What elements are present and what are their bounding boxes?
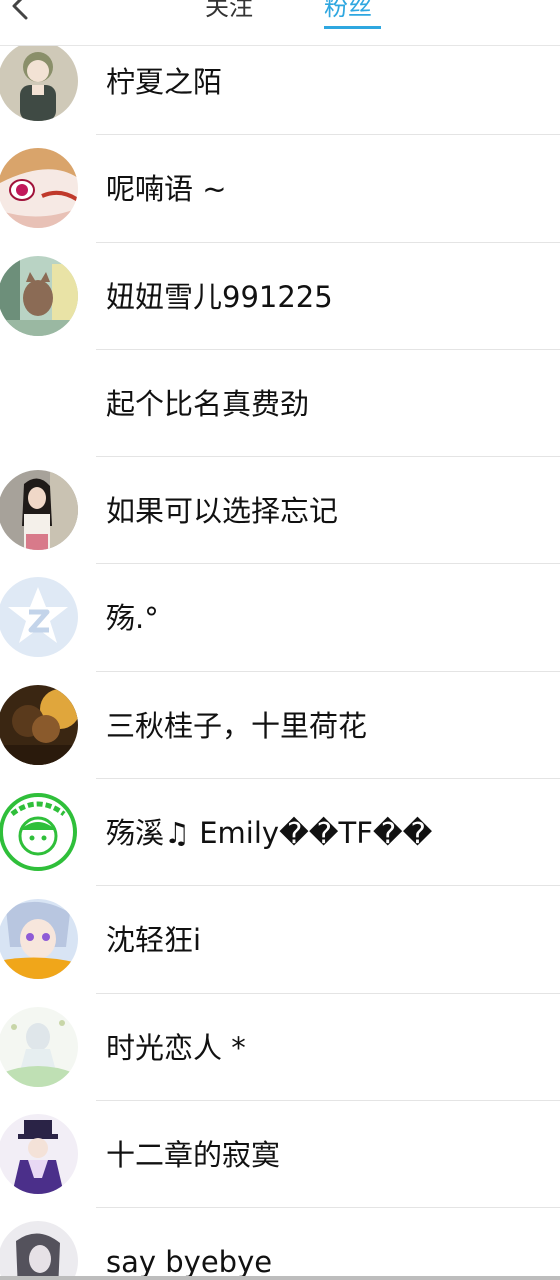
- fan-row[interactable]: 呢喃语 ~: [0, 135, 560, 243]
- fan-row[interactable]: 时光恋人 *: [0, 994, 560, 1101]
- avatar[interactable]: [0, 684, 78, 765]
- avatar[interactable]: [0, 255, 78, 336]
- fan-name: 三秋桂子，十里荷花: [106, 708, 368, 743]
- avatar[interactable]: [0, 1113, 78, 1194]
- fan-name: 沈轻狂i: [106, 923, 202, 958]
- fan-row[interactable]: 殇溪♫ Emily��TF��: [0, 779, 560, 887]
- fan-row[interactable]: 如果可以选择忘记: [0, 457, 560, 565]
- fan-row[interactable]: 妞妞雪儿991225: [0, 243, 560, 350]
- fans-list: 柠夏之陌 呢喃语 ~ 妞妞雪儿991225 起个比名真费劲 如果可以选择忘记 殇…: [0, 28, 560, 1280]
- fan-name: 呢喃语 ~: [106, 172, 227, 207]
- fan-row[interactable]: say byebye: [0, 1208, 560, 1280]
- fan-name: 殇溪♫ Emily��TF��: [106, 816, 433, 851]
- fan-name: 殇.°: [106, 601, 159, 636]
- fan-name: 十二章的寂寞: [106, 1137, 281, 1172]
- fan-name: 柠夏之陌: [106, 65, 223, 99]
- fan-name: 妞妞雪儿991225: [106, 279, 333, 314]
- tab-following[interactable]: 关注: [205, 0, 253, 24]
- avatar[interactable]: [0, 577, 78, 658]
- fan-row[interactable]: 十二章的寂寞: [0, 1101, 560, 1209]
- avatar[interactable]: [0, 148, 78, 229]
- fan-row[interactable]: 沈轻狂i: [0, 886, 560, 994]
- bottom-edge-strip: [0, 1276, 560, 1280]
- fan-row[interactable]: 三秋桂子，十里荷花: [0, 672, 560, 780]
- chevron-left-icon: [8, 0, 32, 25]
- tab-fans[interactable]: 粉丝: [324, 0, 372, 24]
- avatar[interactable]: [0, 792, 78, 873]
- fan-row[interactable]: 起个比名真费劲: [0, 350, 560, 458]
- avatar[interactable]: [0, 899, 78, 980]
- fan-name: say byebye: [106, 1245, 273, 1280]
- avatar[interactable]: [0, 1221, 78, 1280]
- avatar[interactable]: [0, 41, 78, 121]
- top-bar: 关注 粉丝: [0, 0, 560, 46]
- fan-name: 如果可以选择忘记: [106, 494, 339, 529]
- fan-name: 时光恋人 *: [106, 1030, 246, 1065]
- fan-name: 起个比名真费劲: [106, 386, 310, 421]
- active-tab-indicator: [324, 26, 381, 29]
- avatar[interactable]: [0, 1006, 78, 1087]
- fan-row[interactable]: 殇.°: [0, 564, 560, 672]
- fans-screen: 关注 粉丝 柠夏之陌 呢喃语 ~ 妞妞雪儿991225 起个比名真费劲 如果可以…: [0, 0, 560, 1280]
- avatar[interactable]: [0, 470, 78, 551]
- back-button[interactable]: [0, 0, 40, 28]
